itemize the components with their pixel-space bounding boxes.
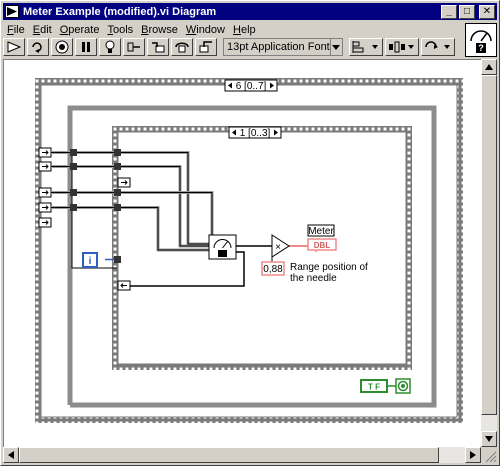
menu-window[interactable]: Window bbox=[182, 24, 229, 36]
scroll-down-button[interactable] bbox=[481, 431, 497, 447]
resize-grip[interactable] bbox=[481, 447, 497, 463]
abort-button[interactable] bbox=[51, 38, 73, 56]
menu-bar: File Edit Operate Tools Browse Window He… bbox=[3, 21, 463, 38]
menu-browse[interactable]: Browse bbox=[137, 24, 182, 36]
vertical-scroll-thumb[interactable] bbox=[481, 75, 497, 415]
run-button[interactable] bbox=[3, 38, 25, 56]
align-objects-icon bbox=[352, 41, 378, 53]
range-constant[interactable]: 0,88 bbox=[261, 261, 285, 276]
scroll-up-button[interactable] bbox=[481, 59, 497, 75]
meter-subvi[interactable] bbox=[208, 234, 237, 260]
step-out-icon bbox=[199, 41, 212, 53]
title-bar[interactable]: Meter Example (modified).vi Diagram _ □ … bbox=[3, 3, 497, 20]
align-objects-button[interactable] bbox=[349, 38, 383, 56]
step-over-icon bbox=[175, 42, 189, 53]
abort-icon bbox=[55, 40, 69, 54]
toolbar: 13pt Application Font bbox=[3, 37, 463, 57]
maximize-button[interactable]: □ bbox=[459, 4, 475, 19]
close-button[interactable]: ✕ bbox=[479, 4, 495, 19]
reorder-icon bbox=[425, 41, 450, 49]
run-continuously-button[interactable] bbox=[27, 38, 49, 56]
run-arrow-icon bbox=[7, 41, 21, 53]
vertical-scrollbar[interactable] bbox=[481, 59, 497, 447]
scroll-right-button[interactable] bbox=[465, 447, 481, 463]
outer-sequence-label: 6 [0..7] bbox=[236, 81, 267, 92]
distribute-objects-button[interactable] bbox=[385, 38, 419, 56]
diagram-window: Meter Example (modified).vi Diagram _ □ … bbox=[0, 0, 500, 466]
range-constant-value: 0,88 bbox=[263, 264, 283, 275]
multiply-node[interactable]: × bbox=[271, 234, 290, 258]
range-caption-line1: Range position of bbox=[290, 262, 368, 273]
menu-operate[interactable]: Operate bbox=[56, 24, 104, 36]
step-into-icon bbox=[152, 42, 165, 53]
menu-help[interactable]: Help bbox=[229, 24, 260, 36]
menu-edit[interactable]: Edit bbox=[29, 24, 56, 36]
help-symbol: ? bbox=[478, 43, 484, 53]
iteration-terminal[interactable]: i bbox=[82, 252, 98, 268]
vi-icon: ? bbox=[470, 30, 492, 53]
reorder-button[interactable] bbox=[421, 38, 455, 56]
retain-wire-values-icon bbox=[127, 42, 140, 52]
step-over-button[interactable] bbox=[171, 38, 193, 56]
menu-file[interactable]: File bbox=[3, 24, 29, 36]
font-selector-value: 13pt Application Font bbox=[227, 41, 330, 53]
step-into-button[interactable] bbox=[147, 38, 169, 56]
minimize-button[interactable]: _ bbox=[441, 4, 457, 19]
pause-button[interactable] bbox=[75, 38, 97, 56]
multiply-symbol: × bbox=[275, 242, 281, 253]
retain-wire-values-button[interactable] bbox=[123, 38, 145, 56]
pause-icon bbox=[82, 42, 90, 52]
font-selector[interactable]: 13pt Application Font bbox=[223, 38, 343, 56]
chevron-down-icon bbox=[329, 39, 342, 55]
meter-indicator-type: DBL bbox=[314, 241, 331, 250]
inner-sequence-selector[interactable]: 1 [0..3] bbox=[228, 126, 282, 139]
inner-sequence-label: 1 [0..3] bbox=[240, 128, 271, 139]
distribute-objects-icon bbox=[389, 41, 414, 53]
highlight-execution-button[interactable] bbox=[99, 38, 121, 56]
range-caption-line2: the needle bbox=[290, 273, 337, 284]
boolean-constant[interactable]: T F bbox=[360, 379, 388, 393]
block-diagram[interactable]: 6 [0..7] 1 [0..3] i × 0,88 Range positio… bbox=[3, 59, 481, 447]
step-out-button[interactable] bbox=[195, 38, 217, 56]
highlight-execution-icon bbox=[105, 40, 115, 53]
iteration-terminal-label: i bbox=[89, 256, 92, 267]
labview-app-icon bbox=[5, 5, 19, 18]
horizontal-scroll-thumb[interactable] bbox=[19, 447, 439, 463]
run-continuous-icon bbox=[32, 42, 42, 53]
boolean-constant-label: T F bbox=[368, 383, 380, 392]
context-help-panel[interactable]: ? bbox=[465, 23, 497, 57]
scroll-left-button[interactable] bbox=[3, 447, 19, 463]
menu-tools[interactable]: Tools bbox=[103, 24, 137, 36]
outer-sequence-selector[interactable]: 6 [0..7] bbox=[224, 79, 278, 92]
meter-indicator-label: Meter bbox=[308, 226, 334, 237]
window-title: Meter Example (modified).vi Diagram bbox=[23, 5, 217, 18]
loop-conditional-terminal[interactable] bbox=[395, 378, 411, 394]
horizontal-scrollbar[interactable] bbox=[3, 447, 481, 463]
meter-indicator[interactable]: Meter DBL bbox=[307, 224, 337, 251]
